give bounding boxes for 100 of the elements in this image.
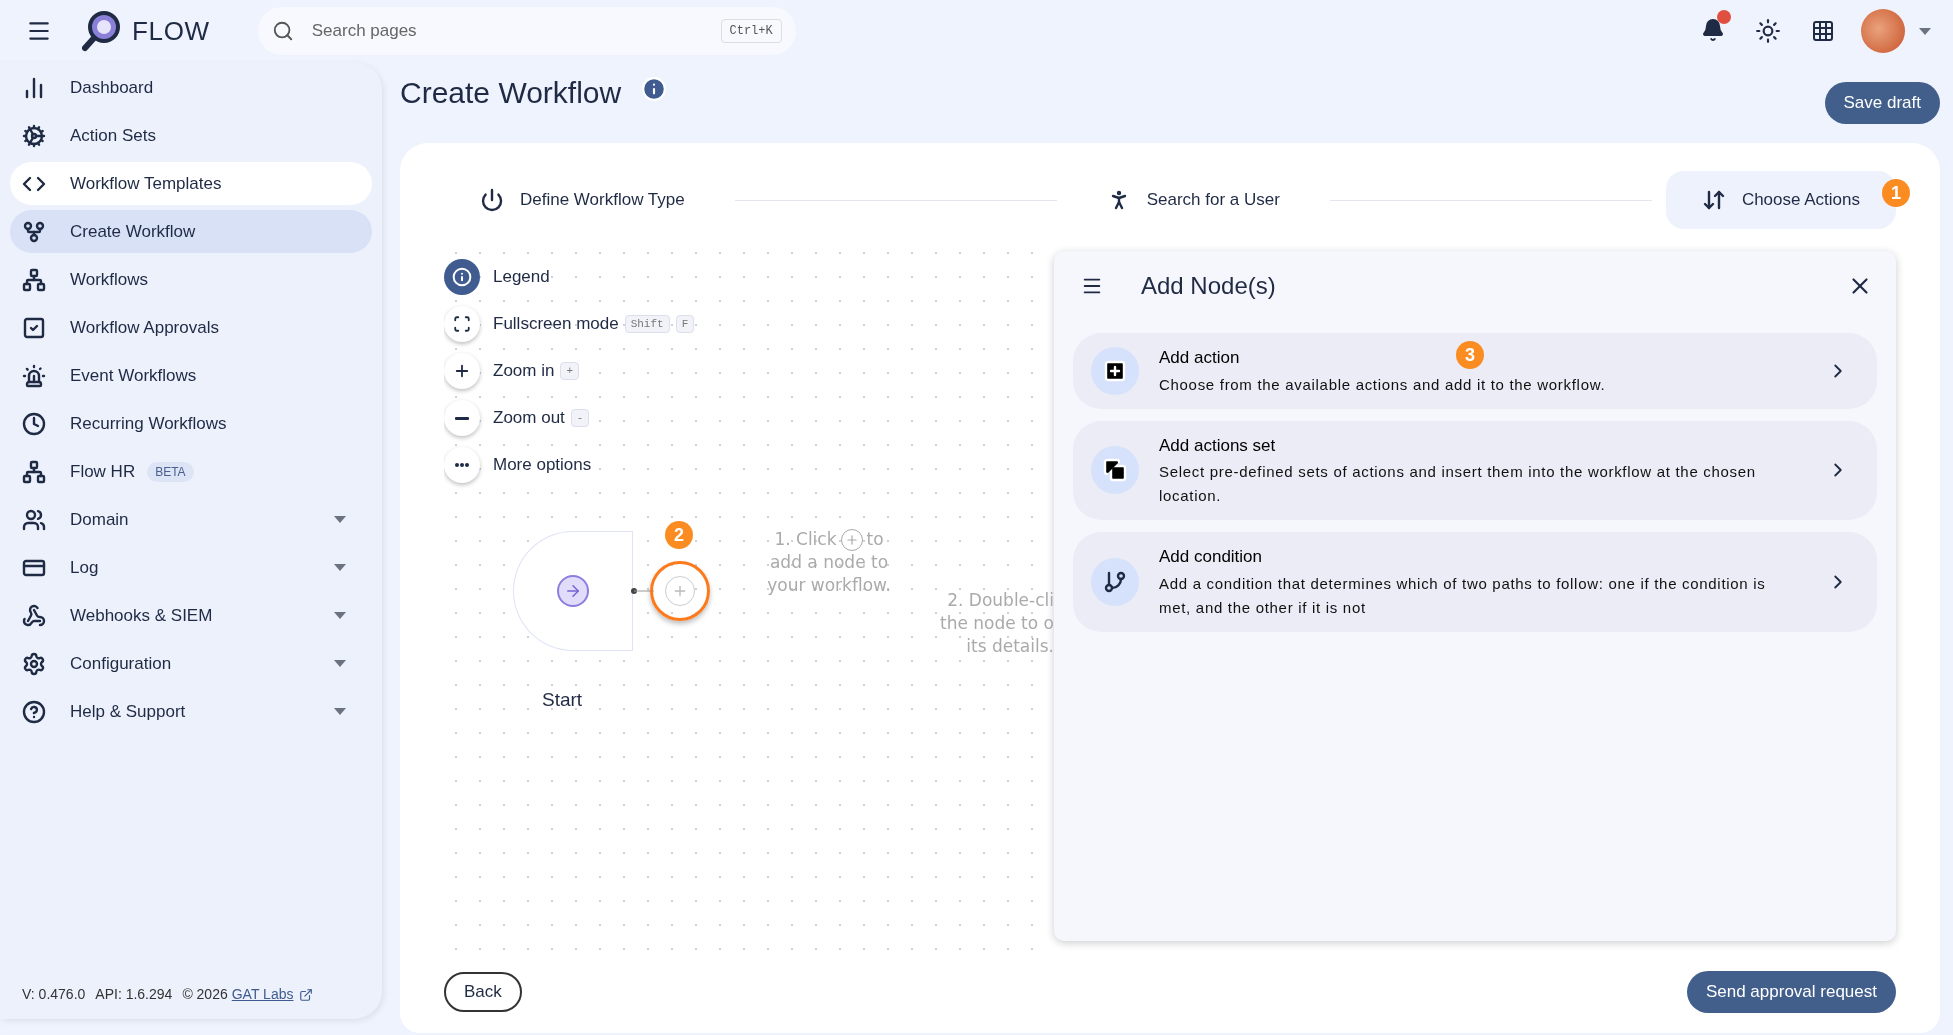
shortcut-key: Ctrl+K <box>720 19 782 43</box>
fullscreen-icon <box>453 315 471 333</box>
node-option[interactable]: Add actions set Select pre-defined sets of actions and insert them into the workflow at the chosen location. <box>1073 420 1877 520</box>
expand-caret-icon <box>334 612 346 619</box>
more-button[interactable] <box>444 447 480 483</box>
swap-icon <box>1701 188 1726 212</box>
power-icon <box>480 188 504 212</box>
sidebar-item-label: Recurring Workflows <box>70 412 227 435</box>
zoom-out-icon <box>455 416 469 420</box>
sidebar-item[interactable]: Log <box>10 546 372 589</box>
logo-icon <box>82 10 122 52</box>
fork-icon <box>22 219 46 244</box>
plus-icon <box>672 583 688 599</box>
people-icon <box>22 507 46 532</box>
start-node[interactable] <box>513 531 633 651</box>
control-label: Legend <box>493 266 550 289</box>
avatar[interactable] <box>1861 9 1905 53</box>
option-description: Select pre-defined sets of actions and insert them into the workflow at the chosen location. <box>1159 462 1757 506</box>
external-link-icon <box>299 987 314 1002</box>
sidebar-item[interactable]: Dashboard <box>10 66 372 109</box>
beta-badge: BETA <box>147 461 194 482</box>
expand-caret-icon <box>334 516 346 523</box>
company-link[interactable]: GAT Labs <box>231 984 294 1005</box>
webhook-icon <box>22 603 46 628</box>
control-label: Fullscreen mode <box>493 313 619 336</box>
sidebar-item[interactable]: Domain <box>10 498 372 541</box>
info-icon <box>452 267 472 287</box>
expand-caret-icon <box>334 564 346 571</box>
caret-icon <box>1919 27 1931 35</box>
back-button[interactable]: Back <box>444 972 522 1012</box>
hint-text: 2. Double-cli <box>947 589 1054 612</box>
search-field[interactable]: Search pages Ctrl+K <box>257 7 796 55</box>
sidebar-item[interactable]: Action Sets <box>10 114 372 157</box>
sidebar-item[interactable]: Workflow Approvals <box>10 306 372 349</box>
sidebar-item[interactable]: Workflow Templates <box>10 162 372 205</box>
zoom-in-button[interactable] <box>444 353 480 389</box>
sidebar-item-label: Webhooks & SIEM <box>70 604 213 627</box>
shortcut-key: Shift <box>624 314 670 334</box>
control-label: Zoom in <box>493 360 555 383</box>
checklist-icon <box>22 315 46 340</box>
stepper-step[interactable]: Define Workflow Type <box>444 171 721 229</box>
control-label: Zoom out <box>493 407 565 430</box>
hierarchy-icon <box>22 267 46 292</box>
sidebar-item-label: Log <box>70 556 99 579</box>
zoom-in-icon <box>453 362 471 380</box>
sidebar-item-label: Help & Support <box>70 700 186 723</box>
node-option[interactable]: Add condition Add a condition that determines which of two paths to follow: one if the condition is met, and the other if it is not <box>1073 532 1877 632</box>
fullscreen-button[interactable] <box>444 306 480 342</box>
option-title: Add action <box>1159 347 1240 369</box>
info-icon[interactable] <box>641 76 668 102</box>
gear-icon <box>22 123 46 148</box>
search-input[interactable]: Search pages <box>311 18 721 44</box>
help-icon <box>22 699 46 724</box>
sidebar-item-label: Event Workflows <box>70 364 197 387</box>
add-square-icon <box>1103 358 1127 383</box>
add-stack-icon <box>1103 458 1127 483</box>
step-number-badge: 3 <box>1456 341 1484 369</box>
sidebar-item[interactable]: Flow HR BETA <box>10 450 372 493</box>
sidebar-item[interactable]: Workflows <box>10 258 372 301</box>
legend-button[interactable] <box>444 259 480 295</box>
sidebar-item-label: Action Sets <box>70 124 156 147</box>
hint-text: your workflow. <box>767 574 891 597</box>
bell-icon <box>1701 17 1725 42</box>
panel-title: Add Node(s) <box>1141 271 1276 301</box>
sidebar-item-label: Workflow Templates <box>70 172 222 195</box>
grid-icon <box>1811 19 1835 43</box>
send-approval-button[interactable]: Send approval request <box>1686 971 1896 1013</box>
sidebar-item[interactable]: Help & Support <box>10 690 372 733</box>
tree-icon <box>22 459 46 484</box>
shortcut-key: + <box>560 361 580 381</box>
sidebar-item[interactable]: Create Workflow <box>10 210 372 253</box>
clock-icon <box>22 411 46 436</box>
sun-icon <box>1755 18 1781 44</box>
shortcut-key: F <box>675 314 695 334</box>
node-label: Start <box>542 688 583 712</box>
search-icon <box>271 20 294 42</box>
copyright-text: © 2026 <box>182 985 228 1004</box>
page-title: Create Workflow <box>400 75 622 111</box>
sidebar-item-label: Workflow Approvals <box>70 316 219 339</box>
stepper-step[interactable]: Search for a User <box>1070 171 1316 229</box>
zoom-out-button[interactable] <box>444 400 480 436</box>
save-draft-button[interactable]: Save draft <box>1824 82 1940 124</box>
sidebar-item-label: Configuration <box>70 652 172 675</box>
sidebar-item-label: Workflows <box>70 268 149 291</box>
settings-icon <box>22 651 46 676</box>
app-name: FLOW <box>132 14 210 48</box>
control-label: More options <box>493 454 592 477</box>
siren-icon <box>22 363 46 388</box>
hint-text: add a node to <box>769 551 889 574</box>
sidebar-item[interactable]: Recurring Workflows <box>10 402 372 445</box>
step-number-badge: 2 <box>665 521 693 549</box>
branch-icon <box>1103 569 1127 594</box>
version-text: V: 0.476.0 <box>22 985 86 1004</box>
add-node-button[interactable] <box>650 561 710 621</box>
expand-caret-icon <box>334 708 346 715</box>
sidebar-item[interactable]: Configuration <box>10 642 372 685</box>
hint-text: 1. Click <box>774 528 837 551</box>
sidebar-item[interactable]: Webhooks & SIEM <box>10 594 372 637</box>
node-option[interactable]: Add action Choose from the available actions and add it to the workflow. 3 <box>1073 333 1877 409</box>
sidebar-item[interactable]: Event Workflows <box>10 354 372 397</box>
